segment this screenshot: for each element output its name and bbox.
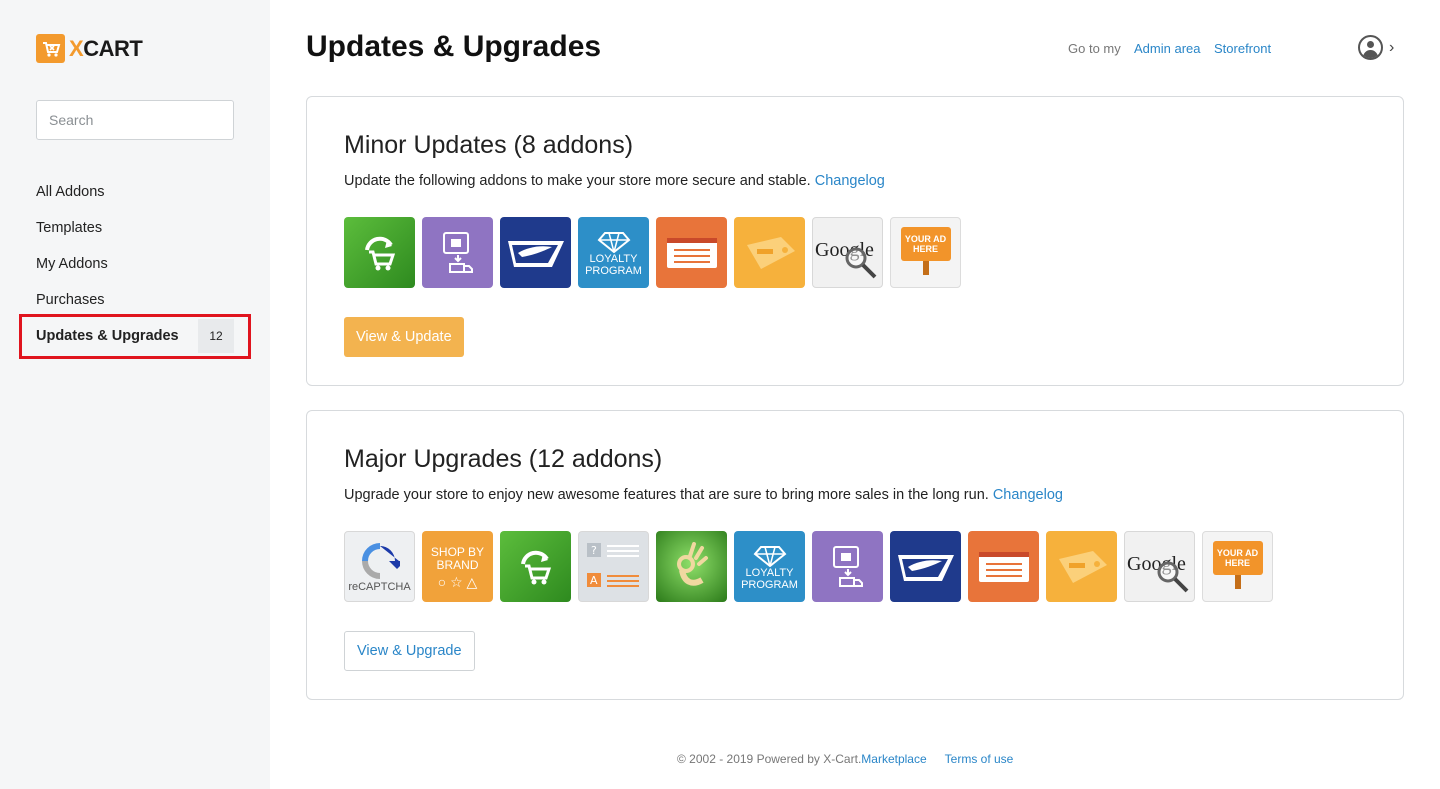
minor-addon-icons: LOYALTY PROGRAM Google YOUR AD HERE [344, 217, 968, 288]
sidebar-item-label: All Addons [36, 184, 105, 200]
web-form-icon[interactable] [968, 531, 1039, 602]
loyalty-program-icon[interactable]: LOYALTY PROGRAM [734, 531, 805, 602]
page-title: Updates & Upgrades [306, 30, 602, 63]
marketplace-link[interactable]: Marketplace [861, 752, 926, 766]
sidebar-item-label: Purchases [36, 292, 105, 308]
avatar-icon [1358, 35, 1383, 60]
price-tag-icon[interactable] [1046, 531, 1117, 602]
user-menu[interactable]: › [1358, 35, 1394, 60]
chevron-right-icon: › [1389, 38, 1395, 56]
storefront-link[interactable]: Storefront [1214, 41, 1271, 56]
shipping-label-icon[interactable] [422, 217, 493, 288]
major-upgrades-card: Major Upgrades (12 addons) Upgrade your … [306, 410, 1404, 700]
usps-eagle-icon[interactable] [890, 531, 961, 602]
terms-of-use-link[interactable]: Terms of use [945, 752, 1014, 766]
major-changelog-link[interactable]: Changelog [993, 487, 1063, 503]
minor-updates-card: Minor Updates (8 addons) Update the foll… [306, 96, 1404, 386]
sidebar-item-purchases[interactable]: Purchases [36, 282, 234, 318]
recaptcha-icon[interactable]: reCAPTCHA [344, 531, 415, 602]
footer: © 2002 - 2019 Powered by X-Cart. Marketp… [677, 752, 1013, 766]
view-update-button[interactable]: View & Update [344, 317, 464, 357]
shipping-label-icon[interactable] [812, 531, 883, 602]
admin-area-link[interactable]: Admin area [1134, 41, 1200, 56]
sidebar: XCART All Addons Templates My Addons Pur… [0, 0, 270, 789]
logo-text: XCART [69, 35, 143, 61]
search-input[interactable] [36, 100, 234, 140]
ok-hand-icon[interactable] [656, 531, 727, 602]
sidebar-item-label: Templates [36, 220, 103, 236]
xcart-logo[interactable]: XCART [36, 34, 143, 63]
loyalty-program-icon[interactable]: LOYALTY PROGRAM [578, 217, 649, 288]
cart-logo-icon [36, 34, 65, 63]
minor-updates-description: Update the following addons to make your… [344, 173, 885, 189]
major-upgrades-title: Major Upgrades (12 addons) [344, 445, 663, 473]
major-addon-icons: reCAPTCHA SHOP BY BRAND ○ ☆ △ ? A LOYALTY… [344, 531, 1280, 602]
your-ad-here-icon[interactable]: YOUR AD HERE [890, 217, 961, 288]
cart-refresh-icon[interactable] [344, 217, 415, 288]
your-ad-here-icon[interactable]: YOUR AD HERE [1202, 531, 1273, 602]
major-upgrades-description: Upgrade your store to enjoy new awesome … [344, 487, 1063, 503]
shop-by-brand-icon[interactable]: SHOP BY BRAND ○ ☆ △ [422, 531, 493, 602]
web-form-icon[interactable] [656, 217, 727, 288]
minor-updates-title: Minor Updates (8 addons) [344, 131, 634, 159]
google-search-icon[interactable]: Google [812, 217, 883, 288]
svg-text:?: ? [591, 544, 597, 557]
question-answer-icon[interactable]: ? A [578, 531, 649, 602]
minor-changelog-link[interactable]: Changelog [815, 173, 885, 189]
google-search-icon[interactable]: Google [1124, 531, 1195, 602]
sidebar-item-templates[interactable]: Templates [36, 210, 234, 246]
footer-copyright: © 2002 - 2019 Powered by X-Cart. [677, 752, 862, 766]
price-tag-icon[interactable] [734, 217, 805, 288]
sidebar-item-my-addons[interactable]: My Addons [36, 246, 234, 282]
sidebar-item-all-addons[interactable]: All Addons [36, 174, 234, 210]
sidebar-item-label: My Addons [36, 256, 108, 272]
view-upgrade-button[interactable]: View & Upgrade [344, 631, 475, 671]
usps-eagle-icon[interactable] [500, 217, 571, 288]
svg-text:A: A [590, 574, 598, 587]
cart-refresh-icon[interactable] [500, 531, 571, 602]
highlight-frame [19, 314, 251, 359]
goto-label: Go to my [1068, 41, 1121, 56]
